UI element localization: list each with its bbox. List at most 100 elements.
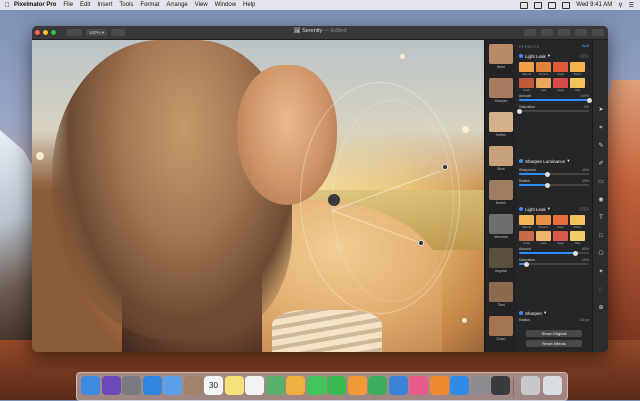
paint-icon[interactable]: ✎ <box>597 142 605 150</box>
eraser-icon[interactable]: ▭ <box>597 178 605 186</box>
effect-options-toggle[interactable] <box>579 54 589 58</box>
maps-icon[interactable] <box>265 376 285 395</box>
ibooks-icon[interactable] <box>429 376 449 395</box>
preset-zoom[interactable]: Zoom <box>489 316 513 341</box>
light-leak-swatch[interactable]: Vega <box>553 231 568 245</box>
slider-knob[interactable] <box>586 97 592 103</box>
preset-mandala[interactable]: Mandala <box>489 214 513 239</box>
sharpen-radius-slider[interactable]: Radius 2.5 px <box>519 318 589 322</box>
zoom-menu[interactable]: 100% ▾ <box>86 29 108 36</box>
view-options-button[interactable] <box>111 29 126 36</box>
light-leak-title[interactable]: Light Leak ▾ <box>519 206 589 212</box>
light-leak-swatch[interactable]: Dusk <box>519 231 534 245</box>
slider-track[interactable] <box>519 250 589 256</box>
downloads-icon[interactable] <box>521 376 540 395</box>
menu-arrange[interactable]: Arrange <box>166 2 187 8</box>
menu-help[interactable]: Help <box>243 2 255 8</box>
sidebar-toggle-button[interactable] <box>66 29 82 36</box>
sharpness-slider[interactable]: Sharpness 40% <box>519 168 589 177</box>
preset-none[interactable]: None <box>489 44 513 69</box>
preset-soften[interactable]: Soften <box>489 112 513 137</box>
zoom-button[interactable] <box>51 30 56 35</box>
wifi-icon[interactable] <box>534 1 543 9</box>
effect-center-handle[interactable] <box>328 194 340 206</box>
apple-menu-icon[interactable]:  <box>0 2 14 9</box>
spotlight-icon[interactable]: ⚲ <box>618 2 622 9</box>
brush-icon[interactable]: ✐ <box>597 160 605 168</box>
stamp-icon[interactable]: ⎔ <box>597 250 605 258</box>
safari-icon[interactable] <box>142 376 162 395</box>
preset-sharpen[interactable]: Sharpen <box>489 78 513 103</box>
trash-icon[interactable] <box>543 376 562 395</box>
slider-track[interactable] <box>519 171 589 177</box>
radius-slider[interactable]: Radius 40% <box>519 179 589 188</box>
menu-tools[interactable]: Tools <box>119 2 133 8</box>
close-button[interactable] <box>35 30 40 35</box>
slider-track[interactable] <box>519 97 592 103</box>
share-button[interactable] <box>541 29 553 36</box>
magic-button[interactable] <box>524 29 536 36</box>
slider-knob[interactable] <box>523 261 529 267</box>
zoom-icon[interactable]: ⊕ <box>597 304 605 312</box>
effect-options-toggle[interactable] <box>579 207 589 211</box>
volume-icon[interactable] <box>548 1 557 9</box>
light-leak-swatch[interactable]: Vega <box>553 215 568 229</box>
reminders-icon[interactable] <box>245 376 264 395</box>
slider-knob[interactable] <box>572 250 578 256</box>
light-leak-swatch[interactable]: Vega <box>553 78 568 92</box>
menu-insert[interactable]: Insert <box>97 2 112 8</box>
amount-slider-2[interactable]: Amount 80% <box>519 247 589 256</box>
menu-view[interactable]: View <box>195 2 208 8</box>
adjust-button[interactable] <box>592 29 604 36</box>
lasso-icon[interactable]: ◌ <box>597 286 605 294</box>
notes-icon[interactable] <box>224 376 244 395</box>
slider-knob[interactable] <box>544 171 550 177</box>
preset-tiled[interactable]: Tiled <box>489 282 513 307</box>
photos-icon[interactable] <box>286 376 305 395</box>
menu-file[interactable]: File <box>63 2 73 8</box>
facetime-icon[interactable] <box>327 376 346 395</box>
light-leak-swatch[interactable]: Tally <box>570 231 585 245</box>
calendar-icon[interactable]: 30 <box>204 376 223 395</box>
messages-icon[interactable] <box>306 376 326 395</box>
battery-icon[interactable] <box>562 1 571 9</box>
light-leak-swatch[interactable]: Natural <box>519 215 534 229</box>
light-leak-swatch[interactable]: Flame <box>570 62 585 76</box>
pixelmator-icon[interactable] <box>491 376 510 395</box>
notification-center-icon[interactable]: ☰ <box>629 2 634 9</box>
settings-icon[interactable] <box>470 376 490 395</box>
sharpen-title[interactable]: Sharpen ▾ <box>519 310 589 316</box>
effect-radius-handle[interactable] <box>418 240 424 246</box>
shape-icon[interactable]: □ <box>597 232 605 240</box>
light-leak-swatch[interactable]: Vega <box>553 62 568 76</box>
slider-knob[interactable] <box>516 108 522 114</box>
appstore-icon[interactable] <box>450 376 469 395</box>
contacts-icon[interactable] <box>183 376 203 395</box>
light-leak-swatch[interactable]: Dusk <box>519 78 534 92</box>
saturation-slider-1[interactable]: Saturation 0% <box>516 105 589 114</box>
menu-window[interactable]: Window <box>215 2 236 8</box>
light-leak-swatch[interactable]: Natural <box>519 62 534 76</box>
enabled-checkbox[interactable] <box>519 54 523 58</box>
mail-icon[interactable] <box>163 376 182 395</box>
preset-blow[interactable]: Blow <box>489 146 513 171</box>
minimize-button[interactable] <box>43 30 48 35</box>
tools-button[interactable] <box>575 29 587 36</box>
slider-track[interactable] <box>516 108 589 114</box>
light-leak-swatch[interactable]: Autumn <box>536 62 551 76</box>
light-leak-swatch[interactable]: Lark <box>536 78 551 92</box>
text-icon[interactable]: T <box>597 214 605 222</box>
saturation-slider-2[interactable]: Saturation 10% <box>519 258 589 267</box>
preset-angular[interactable]: Angular <box>489 248 513 273</box>
finder-icon[interactable] <box>81 376 100 395</box>
effect-ring-inner[interactable] <box>332 100 454 302</box>
image-canvas[interactable] <box>32 40 484 352</box>
slider-knob[interactable] <box>544 182 550 188</box>
light-leak-swatch[interactable]: Autumn <box>536 215 551 229</box>
keynote-icon[interactable] <box>388 376 408 395</box>
airplay-icon[interactable] <box>520 1 529 9</box>
show-original-button[interactable]: Show Original <box>526 330 582 337</box>
clock[interactable]: Wed 9:41 AM <box>576 2 612 8</box>
enabled-checkbox[interactable] <box>519 207 523 211</box>
siri-icon[interactable] <box>101 376 121 395</box>
